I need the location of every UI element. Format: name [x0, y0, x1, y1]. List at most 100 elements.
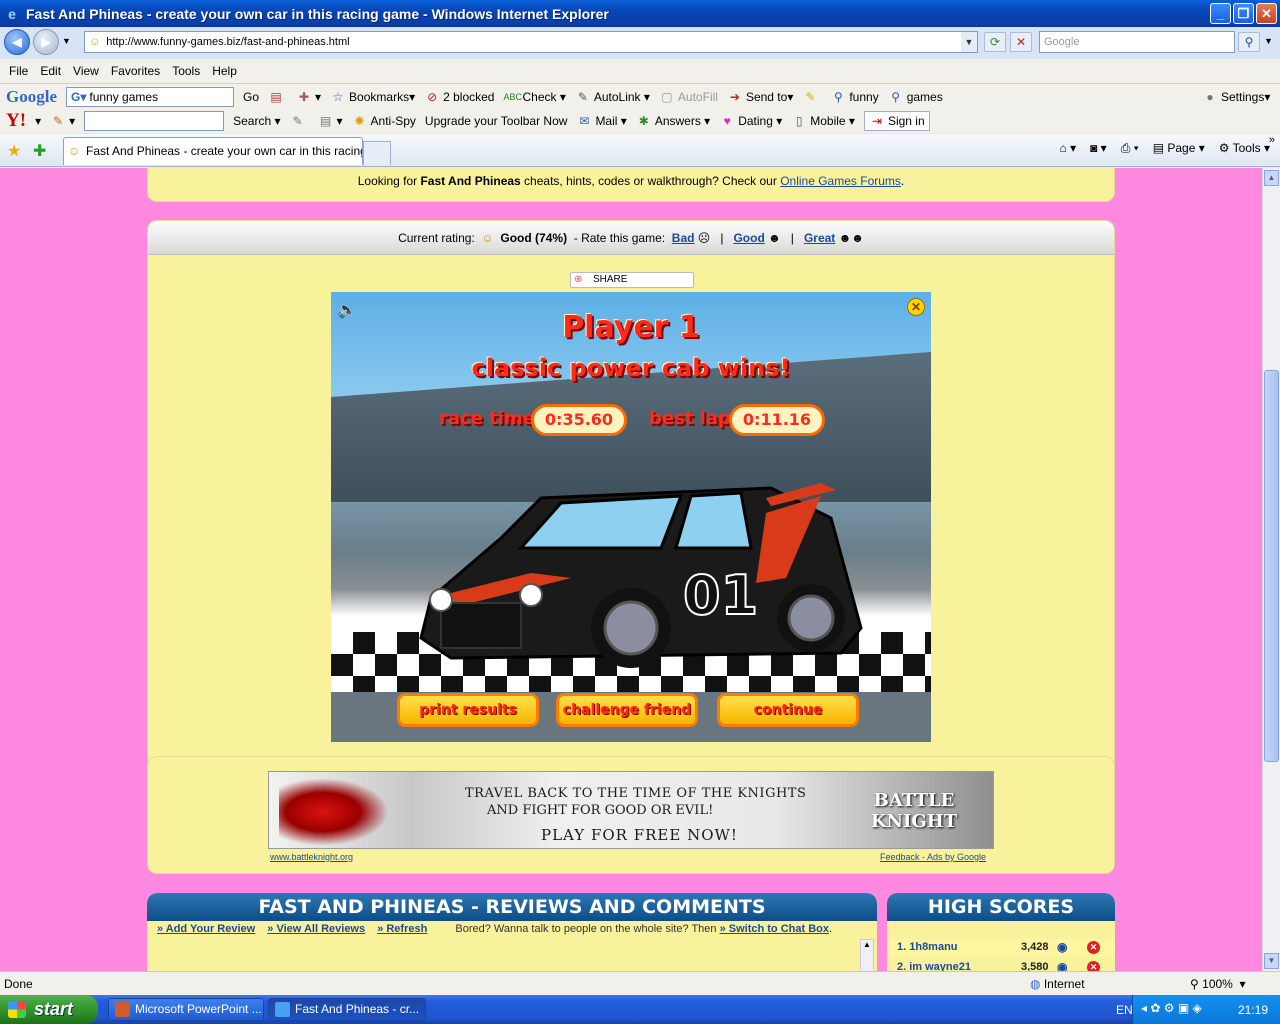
print-icon[interactable]: ⎙ ▾ [1121, 141, 1139, 156]
refresh-reviews-link[interactable]: » Refresh [377, 923, 427, 935]
share-button[interactable]: ⊕ SHARE [570, 272, 694, 288]
add-favorites-icon[interactable]: ✚ [33, 141, 46, 161]
score-name[interactable]: 2. im wayne21 [897, 961, 971, 971]
address-dropdown-icon[interactable]: ▼ [961, 32, 977, 52]
score-row[interactable]: 2. im wayne21 3,580 ◉ ✕ [887, 959, 1115, 971]
history-dropdown-icon[interactable]: ▼ [62, 36, 71, 46]
google-settings-button[interactable]: ● Settings ▾ [1202, 89, 1270, 105]
minimize-button[interactable]: _ [1210, 3, 1231, 24]
scroll-up-arrow-icon[interactable]: ▲ [1264, 170, 1279, 186]
game-canvas[interactable]: 🔈 ✕ Player 1 classic power cab wins! rac… [331, 292, 931, 742]
address-bar[interactable]: ☺ http://www.funny-games.biz/fast-and-ph… [84, 31, 978, 53]
yahoo-menu-icon[interactable]: ▾ [35, 114, 41, 128]
clock[interactable]: 21:19 [1238, 1003, 1268, 1017]
menu-file[interactable]: File [9, 64, 28, 78]
home-icon[interactable]: ⌂ ▾ [1059, 141, 1076, 156]
chat-box-link[interactable]: » Switch to Chat Box [720, 923, 829, 935]
tray-icons[interactable]: ◂ ✿ ⚙ ▣ ◈ [1141, 1001, 1202, 1015]
send-to-button[interactable]: ➔ Send to ▾ [727, 89, 793, 105]
search-go-icon[interactable]: ⚲ [1238, 32, 1260, 52]
yahoo-mobile-button[interactable]: ▯ Mobile ▾ [791, 113, 855, 129]
menu-tools[interactable]: Tools [172, 64, 200, 78]
antispy-button[interactable]: ✺ Anti-Spy [352, 113, 416, 129]
zoom-control[interactable]: ⚲ 100% ▾ [1190, 977, 1246, 991]
search-funny-button[interactable]: ⚲ funny [830, 89, 879, 105]
scroll-down-arrow-icon[interactable]: ▼ [1264, 953, 1279, 969]
remove-score-icon[interactable]: ✕ [1087, 941, 1100, 954]
window-title-bar[interactable]: e Fast And Phineas - create your own car… [0, 0, 1280, 27]
refresh-icon[interactable]: ⟳ [984, 32, 1006, 52]
rate-good-link[interactable]: Good [733, 231, 764, 245]
search-options-icon[interactable]: ▼ [1264, 36, 1273, 46]
bad-face-icon[interactable]: ☹ [698, 231, 711, 245]
view-replay-icon[interactable]: ◉ [1057, 960, 1067, 971]
close-button[interactable]: ✕ [1256, 3, 1277, 24]
google-logo[interactable]: Google [6, 87, 57, 107]
google-news-icon[interactable]: ▤ [268, 89, 287, 105]
add-review-link[interactable]: » Add Your Review [157, 923, 255, 935]
favorites-star-icon[interactable]: ★ [7, 141, 21, 161]
google-popup-icon[interactable]: ✚ ▾ [296, 89, 321, 105]
search-games-button[interactable]: ⚲ games [888, 89, 942, 105]
view-replay-icon[interactable]: ◉ [1057, 940, 1067, 954]
back-button[interactable]: ◀ [4, 29, 30, 55]
menu-edit[interactable]: Edit [40, 64, 61, 78]
autofill-button[interactable]: ▢ AutoFill [659, 89, 718, 105]
view-reviews-link[interactable]: » View All Reviews [267, 923, 365, 935]
yahoo-highlight-icon[interactable]: ✎ [290, 113, 309, 129]
taskbar-item-ie[interactable]: Fast And Phineas - cr... [268, 998, 426, 1021]
great-face-icon[interactable]: ☻☻ [839, 231, 864, 245]
rate-bad-link[interactable]: Bad [672, 231, 695, 245]
maximize-button[interactable]: ❐ [1233, 3, 1254, 24]
page-menu-button[interactable]: ▤ Page ▾ [1153, 141, 1205, 156]
tools-menu-button[interactable]: ⚙ Tools ▾ [1219, 141, 1270, 156]
start-button[interactable]: start [0, 995, 98, 1024]
autolink-button[interactable]: ✎ AutoLink ▾ [575, 89, 650, 105]
score-row[interactable]: 1. 1h8manu 3,428 ◉ ✕ [887, 939, 1115, 957]
page-scrollbar[interactable]: ▲ ▼ [1262, 168, 1280, 971]
tab-fast-and-phineas[interactable]: ☺ Fast And Phineas - create your own car… [63, 137, 363, 165]
forums-link[interactable]: Online Games Forums [780, 174, 901, 188]
yahoo-pencil-icon[interactable]: ✎ ▾ [50, 113, 75, 129]
google-go-button[interactable]: Go [243, 90, 259, 104]
yahoo-layout-icon[interactable]: ▤ ▾ [318, 113, 343, 129]
taskbar-item-powerpoint[interactable]: Microsoft PowerPoint ... [108, 998, 264, 1021]
toolbar-overflow-icon[interactable]: » [1269, 134, 1275, 146]
menu-help[interactable]: Help [212, 64, 237, 78]
challenge-friend-button[interactable]: challenge friend [556, 693, 698, 727]
menu-favorites[interactable]: Favorites [111, 64, 160, 78]
stop-icon[interactable]: ✕ [1010, 32, 1032, 52]
google-search-input[interactable]: G▾ funny games [66, 86, 234, 107]
score-name[interactable]: 1. 1h8manu [897, 941, 958, 953]
scroll-thumb[interactable] [1264, 370, 1279, 762]
yahoo-answers-button[interactable]: ✱ Answers ▾ [636, 113, 710, 129]
signin-label: Sign in [887, 113, 925, 128]
language-indicator[interactable]: EN [1116, 1003, 1133, 1017]
address-url[interactable]: http://www.funny-games.biz/fast-and-phin… [106, 36, 349, 48]
good-face-icon[interactable]: ☻ [768, 231, 781, 245]
yahoo-mail-button[interactable]: ✉ Mail ▾ [576, 113, 626, 129]
forward-button[interactable]: ▶ [33, 29, 59, 55]
ad-site-link[interactable]: www.battleknight.org [270, 852, 353, 862]
new-tab-button[interactable] [363, 141, 391, 165]
yahoo-dating-button[interactable]: ♥ Dating ▾ [719, 113, 783, 129]
yahoo-sign-in-button[interactable]: ⇥ Sign in [863, 110, 930, 131]
spell-check-button[interactable]: ABC Check ▾ [503, 89, 565, 105]
upgrade-toolbar-link[interactable]: Upgrade your Toolbar Now [425, 114, 568, 128]
yahoo-search-input[interactable] [84, 110, 225, 131]
reviews-scrollbar[interactable]: ▲ [860, 939, 874, 971]
print-results-button[interactable]: print results [397, 693, 539, 727]
ad-feedback-link[interactable]: Feedback - Ads by Google [880, 852, 986, 862]
search-input[interactable]: Google [1039, 31, 1235, 53]
popup-blocker-button[interactable]: ⊘ 2 blocked [424, 89, 494, 105]
menu-view[interactable]: View [73, 64, 99, 78]
remove-score-icon[interactable]: ✕ [1087, 961, 1100, 971]
feeds-icon[interactable]: ◙ ▾ [1090, 141, 1107, 156]
highlight-icon[interactable]: ✎ [802, 89, 821, 105]
google-bookmarks-button[interactable]: ☆ Bookmarks ▾ [330, 89, 415, 105]
rate-great-link[interactable]: Great [804, 231, 835, 245]
yahoo-search-button[interactable]: Search ▾ [233, 114, 280, 128]
yahoo-logo[interactable]: Y! [6, 110, 26, 132]
continue-button[interactable]: continue [717, 693, 859, 727]
battle-knight-banner[interactable]: TRAVEL BACK TO THE TIME OF THE KNIGHTS A… [268, 771, 994, 849]
